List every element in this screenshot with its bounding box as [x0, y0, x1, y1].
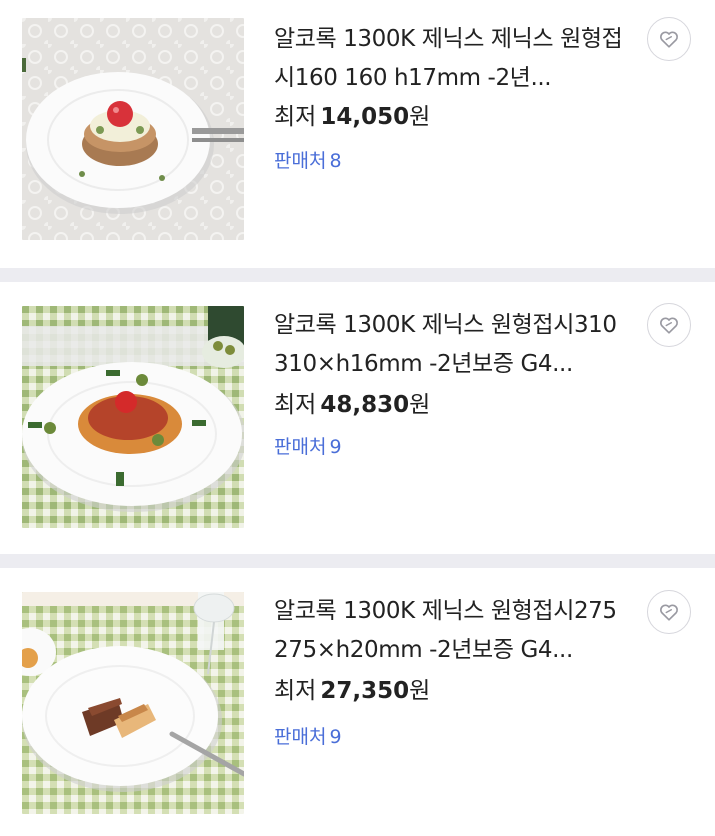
- product-image[interactable]: [22, 18, 244, 240]
- price-prefix: 최저: [274, 104, 317, 130]
- plate-with-cake-image: [22, 18, 244, 240]
- card-separator: [0, 268, 715, 282]
- sellers-label: 판매처: [274, 150, 327, 172]
- price-prefix: 최저: [274, 678, 317, 704]
- sellers-label: 판매처: [274, 726, 327, 748]
- price-unit: 원: [409, 678, 431, 704]
- price-amount: 14,050: [320, 104, 410, 130]
- plate-with-spaghetti-image: [22, 306, 244, 528]
- heart-outline-icon: [660, 31, 678, 48]
- heart-outline-icon: [660, 604, 678, 621]
- favorite-button[interactable]: [647, 590, 691, 634]
- sellers-label: 판매처: [274, 436, 327, 458]
- sellers-link[interactable]: 판매처 9: [274, 434, 342, 460]
- product-card[interactable]: 알코록 1300K 제닉스 제닉스 원형접시160 160 h17mm -2년.…: [0, 0, 715, 268]
- price-amount: 48,830: [320, 392, 410, 418]
- lowest-price: 최저 27,350원: [274, 676, 430, 706]
- sellers-count: 9: [329, 436, 342, 458]
- product-card[interactable]: 알코록 1300K 제닉스 원형접시275 275×h20mm -2년보증 G4…: [0, 568, 715, 836]
- lowest-price: 최저 48,830원: [274, 390, 430, 420]
- product-image[interactable]: [22, 306, 244, 528]
- sellers-link[interactable]: 판매처 8: [274, 148, 342, 174]
- lowest-price: 최저 14,050원: [274, 102, 430, 132]
- product-title[interactable]: 알코록 1300K 제닉스 원형접시275 275×h20mm -2년보증 G4…: [274, 592, 634, 670]
- product-title[interactable]: 알코록 1300K 제닉스 제닉스 원형접시160 160 h17mm -2년.…: [274, 20, 634, 98]
- favorite-button[interactable]: [647, 303, 691, 347]
- favorite-button[interactable]: [647, 17, 691, 61]
- product-image[interactable]: [22, 592, 244, 814]
- card-separator: [0, 554, 715, 568]
- plate-with-dessert-bars-image: [22, 592, 244, 814]
- price-unit: 원: [409, 104, 431, 130]
- price-unit: 원: [409, 392, 431, 418]
- product-card[interactable]: 알코록 1300K 제닉스 원형접시310 310×h16mm -2년보증 G4…: [0, 282, 715, 550]
- product-title[interactable]: 알코록 1300K 제닉스 원형접시310 310×h16mm -2년보증 G4…: [274, 306, 634, 384]
- price-amount: 27,350: [320, 678, 410, 704]
- heart-outline-icon: [660, 317, 678, 334]
- sellers-count: 8: [329, 150, 342, 172]
- sellers-count: 9: [329, 726, 342, 748]
- sellers-link[interactable]: 판매처 9: [274, 724, 342, 750]
- price-prefix: 최저: [274, 392, 317, 418]
